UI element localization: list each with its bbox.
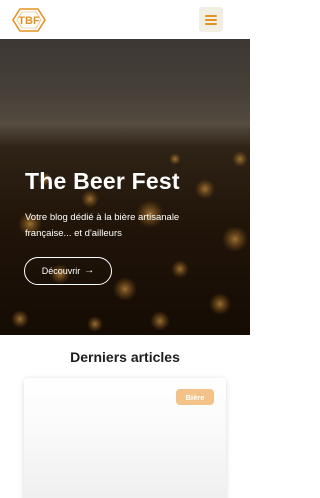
category-badge[interactable]: Bière <box>176 389 214 405</box>
arrow-right-icon: → <box>84 265 95 276</box>
site-header: TBF <box>0 0 250 39</box>
section-heading-latest-articles: Derniers articles <box>70 349 180 365</box>
site-logo[interactable]: TBF <box>12 8 46 32</box>
hero-section: The Beer Fest Votre blog dédié à la bièr… <box>0 39 250 335</box>
article-card[interactable]: Bière <box>24 378 226 498</box>
hamburger-menu-icon[interactable] <box>199 7 223 32</box>
discover-button-label: Découvrir <box>41 266 81 276</box>
page: TBF The Beer Fest Votre blog dédié à la … <box>0 0 250 498</box>
svg-text:TBF: TBF <box>18 15 40 27</box>
hero-title: The Beer Fest <box>25 168 180 194</box>
discover-button[interactable]: Découvrir → <box>24 257 112 285</box>
hero-subtitle: Votre blog dédié à la bière artisanale f… <box>25 212 180 239</box>
